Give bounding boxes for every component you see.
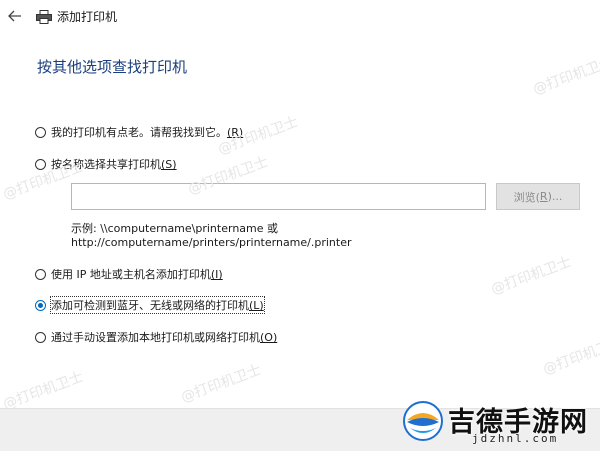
option-old-printer[interactable]: 我的打印机有点老。请帮我找到它。(R): [35, 124, 243, 140]
back-arrow-icon[interactable]: [6, 7, 24, 25]
browse-button[interactable]: 浏览(R)...: [496, 183, 580, 210]
option-label: 添加可检测到蓝牙、无线或网络的打印机: [51, 299, 249, 312]
browse-accelerator: R: [539, 190, 548, 203]
printer-icon: [36, 9, 52, 24]
site-logo-watermark: 吉德手游网 jdzhnl.com: [396, 396, 596, 448]
browse-suffix: )...: [547, 190, 563, 203]
option-accelerator: (L): [249, 299, 264, 312]
printer-name-input[interactable]: [71, 183, 486, 210]
radio-button[interactable]: [35, 268, 46, 280]
radio-button-selected[interactable]: [35, 299, 46, 311]
option-shared-by-name[interactable]: 按名称选择共享打印机(S): [35, 156, 177, 172]
option-label: 使用 IP 地址或主机名添加打印机: [51, 268, 211, 281]
browse-label: 浏览(: [513, 190, 540, 204]
option-label: 按名称选择共享打印机: [51, 158, 161, 171]
radio-button[interactable]: [35, 158, 46, 170]
example-text-line2: http://computername/printers/printername…: [71, 236, 352, 249]
option-accelerator: (I): [210, 268, 223, 281]
radio-button[interactable]: [35, 126, 46, 138]
option-label: 我的打印机有点老。请帮我找到它。: [51, 126, 227, 139]
window-title: 添加打印机: [57, 10, 118, 24]
option-ip-or-hostname[interactable]: 使用 IP 地址或主机名添加打印机(I): [35, 266, 223, 282]
site-logo-subtext: jdzhnl.com: [472, 432, 559, 445]
radio-button[interactable]: [35, 331, 46, 343]
option-label: 通过手动设置添加本地打印机或网络打印机: [51, 331, 260, 344]
option-bluetooth-wireless-network[interactable]: 添加可检测到蓝牙、无线或网络的打印机(L): [35, 296, 265, 314]
watermark-text: @打印机卫士: [1, 369, 86, 413]
example-text-line1: 示例: \\computername\printername 或: [71, 222, 279, 235]
watermark-text: @打印机卫士: [541, 334, 600, 378]
site-logo-icon: [402, 400, 444, 442]
watermark-text: @打印机卫士: [489, 254, 574, 298]
watermark-text: @打印机卫士: [531, 54, 600, 98]
title-bar: 添加打印机: [0, 0, 600, 32]
option-accelerator: (S): [161, 158, 177, 171]
option-manual-local-or-network[interactable]: 通过手动设置添加本地打印机或网络打印机(O): [35, 329, 277, 345]
option-accelerator: (R): [227, 126, 244, 139]
watermark-text: @打印机卫士: [179, 362, 264, 406]
page-heading: 按其他选项查找打印机: [37, 58, 188, 76]
option-accelerator: (O): [260, 331, 278, 344]
